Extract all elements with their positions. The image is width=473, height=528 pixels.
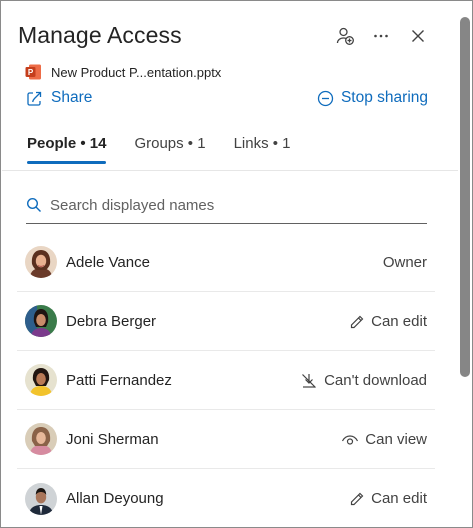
avatar (25, 423, 57, 455)
avatar (25, 364, 57, 396)
people-list: Adele Vance Owner Debra Berger Can edit … (17, 233, 435, 528)
add-person-button[interactable] (334, 25, 356, 47)
powerpoint-icon: P (25, 64, 41, 80)
list-item[interactable]: Adele Vance Owner (17, 233, 435, 292)
person-name: Debra Berger (66, 312, 157, 330)
file-name: New Product P...entation.pptx (51, 64, 222, 80)
manage-access-panel: Manage Access P New Product P...entation… (0, 0, 473, 528)
stop-sharing-button[interactable]: Stop sharing (317, 89, 428, 107)
eye-icon (342, 434, 359, 445)
stop-sharing-label: Stop sharing (340, 89, 428, 106)
stop-circle-icon (317, 90, 334, 106)
more-icon (374, 34, 388, 38)
share-icon (27, 91, 42, 106)
person-name: Patti Fernandez (66, 371, 172, 389)
tab-people[interactable]: People • 14 (27, 135, 107, 164)
scrollbar-thumb[interactable] (460, 17, 470, 377)
person-name: Allan Deyoung (66, 490, 164, 507)
search-input[interactable] (50, 196, 410, 214)
permission-dropdown[interactable]: Can edit (349, 469, 427, 528)
search-box (26, 187, 427, 224)
permission-dropdown[interactable]: Can edit (349, 292, 427, 351)
avatar (25, 482, 57, 515)
list-item[interactable]: Patti Fernandez Can't download (17, 351, 435, 410)
person-name: Adele Vance (66, 253, 150, 271)
person-add-icon (336, 27, 354, 45)
avatar (25, 305, 57, 337)
tab-groups[interactable]: Groups • 1 (134, 135, 205, 164)
list-item[interactable]: Joni Sherman Can view (17, 410, 435, 469)
svg-text:P: P (28, 68, 34, 77)
pencil-icon (351, 315, 364, 328)
more-options-button[interactable] (370, 25, 392, 47)
list-item[interactable]: Debra Berger Can edit (17, 292, 435, 351)
search-icon (26, 197, 41, 212)
tab-links[interactable]: Links • 1 (234, 135, 291, 164)
close-icon (412, 30, 424, 42)
share-button[interactable]: Share (26, 89, 92, 107)
tab-bar: People • 14 Groups • 1 Links • 1 (27, 135, 319, 164)
share-label: Share (51, 89, 93, 106)
divider (2, 170, 458, 171)
scrollbar[interactable] (460, 13, 470, 521)
page-title: Manage Access (18, 22, 182, 48)
no-download-icon (302, 373, 316, 388)
person-name: Joni Sherman (66, 430, 159, 448)
avatar (25, 246, 57, 278)
permission-dropdown[interactable]: Can't download (300, 351, 427, 410)
permission-dropdown[interactable]: Can view (341, 410, 427, 469)
close-button[interactable] (407, 25, 429, 47)
list-item[interactable]: Allan Deyoung Can edit (17, 469, 435, 528)
pencil-icon (351, 492, 364, 505)
permission-label[interactable]: Owner (383, 233, 427, 292)
file-info: P New Product P...entation.pptx (25, 63, 221, 81)
